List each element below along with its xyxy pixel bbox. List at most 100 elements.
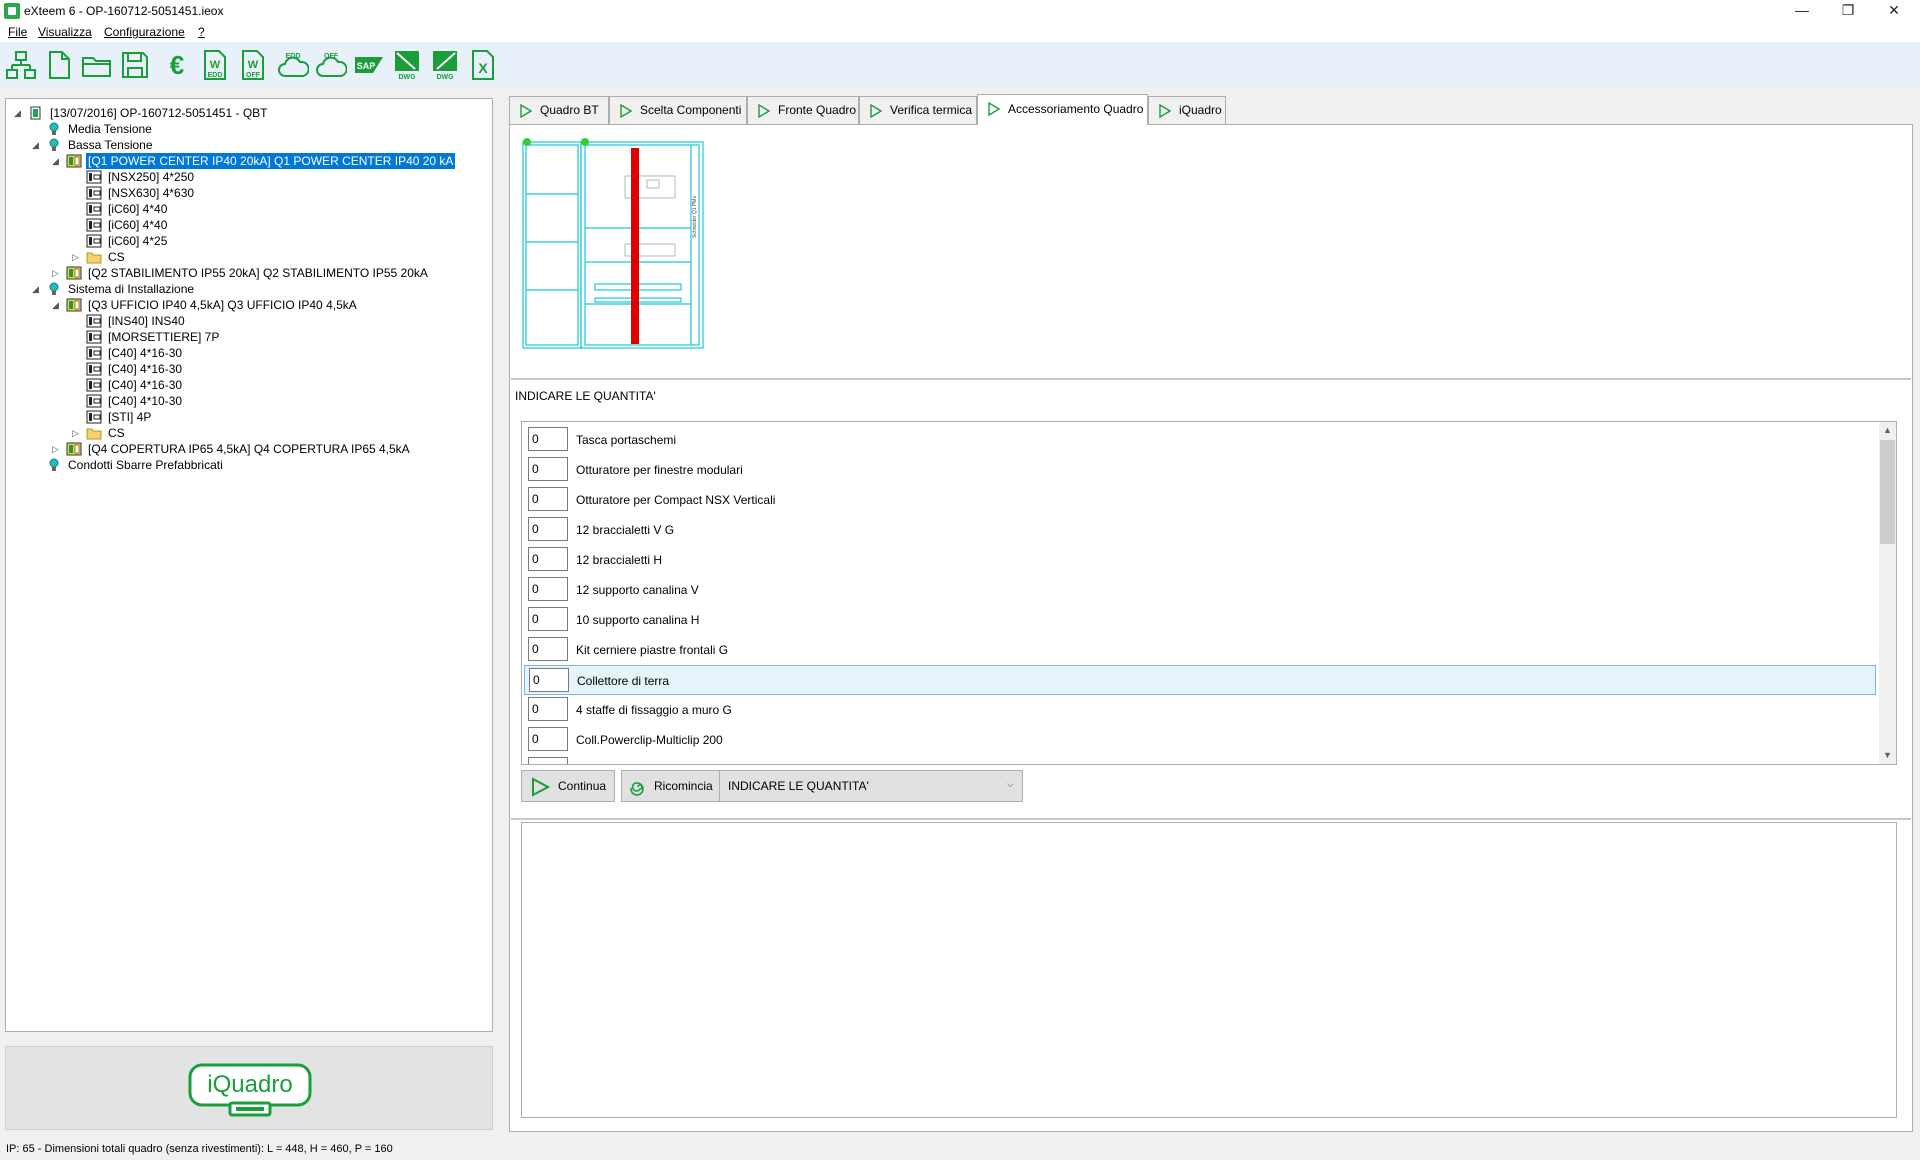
quantity-row[interactable]: Tasca portaschemi xyxy=(524,425,1876,455)
word-off-icon[interactable]: W OFF xyxy=(236,48,270,82)
tree-structure-icon[interactable] xyxy=(4,48,38,82)
tree-item-label[interactable]: [C40] 4*16-30 xyxy=(106,377,184,393)
tree-item-label[interactable]: [C40] 4*16-30 xyxy=(106,361,184,377)
scroll-up-icon[interactable]: ▲ xyxy=(1879,422,1896,439)
collapse-arrow-icon[interactable]: ◢ xyxy=(52,297,64,313)
tree-item-label[interactable]: CS xyxy=(106,249,127,265)
tree-item-label[interactable]: [Q3 UFFICIO IP40 4,5kA] Q3 UFFICIO IP40 … xyxy=(86,297,359,313)
tree-item-label[interactable]: [Q1 POWER CENTER IP40 20kA] Q1 POWER CEN… xyxy=(86,153,456,169)
toolbar: € W EDD W OFF EDD OFF SAP DWG DWG X xyxy=(0,42,1920,88)
quantity-input[interactable] xyxy=(528,637,568,661)
quantity-input[interactable] xyxy=(528,577,568,601)
quantity-input[interactable] xyxy=(528,427,568,451)
new-document-icon[interactable] xyxy=(42,48,76,82)
quantity-row[interactable]: Coll.Powerclip-Multiclip 200 xyxy=(524,725,1876,755)
breaker-icon xyxy=(86,362,102,376)
quantity-row[interactable] xyxy=(524,755,1876,764)
quantity-input[interactable] xyxy=(528,547,568,571)
step-select[interactable]: INDICARE LE QUANTITA' ⌵ xyxy=(719,770,1023,802)
excel-icon[interactable]: X xyxy=(466,48,500,82)
quantity-row[interactable]: Otturatore per finestre modulari xyxy=(524,455,1876,485)
tree-item-label[interactable]: [iC60] 4*40 xyxy=(106,201,169,217)
quantity-row[interactable]: 10 supporto canalina H xyxy=(524,605,1876,635)
tab-iquadro[interactable]: iQuadro xyxy=(1148,96,1226,124)
menu-visualizza[interactable]: Visualizza xyxy=(38,25,92,39)
collapse-arrow-icon[interactable]: ◢ xyxy=(14,105,26,121)
open-folder-icon[interactable] xyxy=(80,48,114,82)
quantity-row[interactable]: 12 braccialetti V G xyxy=(524,515,1876,545)
scroll-down-icon[interactable]: ▼ xyxy=(1879,747,1896,764)
quantity-scrollbar[interactable]: ▲ ▼ xyxy=(1879,422,1896,764)
tree-item-label[interactable]: [iC60] 4*25 xyxy=(106,233,169,249)
quantity-row[interactable]: 12 braccialetti H xyxy=(524,545,1876,575)
tree-item-label[interactable]: Bassa Tensione xyxy=(66,137,155,153)
menu-file[interactable]: File xyxy=(8,25,27,39)
quantity-input[interactable] xyxy=(528,697,568,721)
quantity-input[interactable] xyxy=(528,757,568,764)
collapse-arrow-icon[interactable]: ◢ xyxy=(32,137,44,153)
breaker-icon xyxy=(86,410,102,424)
notes-area[interactable] xyxy=(521,822,1897,1118)
document-icon xyxy=(28,106,44,120)
tab-quadro-bt[interactable]: Quadro BT xyxy=(509,96,609,124)
quantity-input[interactable] xyxy=(528,457,568,481)
quantity-input[interactable] xyxy=(528,517,568,541)
tree-item-label[interactable]: [INS40] INS40 xyxy=(106,313,187,329)
tree-item-label[interactable]: [MORSETTIERE] 7P xyxy=(106,329,221,345)
sap-icon[interactable]: SAP xyxy=(352,48,386,82)
tree-item-label[interactable]: [NSX250] 4*250 xyxy=(106,169,196,185)
tree-item-label[interactable]: CS xyxy=(106,425,127,441)
euro-icon[interactable]: € xyxy=(160,48,194,82)
quantity-input[interactable] xyxy=(529,668,569,692)
tree-item-label[interactable]: [C40] 4*10-30 xyxy=(106,393,184,409)
collapse-arrow-icon[interactable]: ◢ xyxy=(52,153,64,169)
quantity-row[interactable]: Kit cerniere piastre frontali G xyxy=(524,635,1876,665)
maximize-button[interactable]: ❐ xyxy=(1826,0,1870,22)
quantity-input[interactable] xyxy=(528,727,568,751)
tree-item-label[interactable]: [STI] 4P xyxy=(106,409,153,425)
expand-arrow-icon[interactable]: ▷ xyxy=(72,249,84,265)
scroll-thumb[interactable] xyxy=(1880,440,1895,544)
tree-item-label[interactable]: Sistema di Installazione xyxy=(66,281,196,297)
section-divider xyxy=(511,818,1911,820)
tree-item-label[interactable]: Condotti Sbarre Prefabbricati xyxy=(66,457,225,473)
chevron-down-icon[interactable]: ⌵ xyxy=(1007,779,1014,790)
menu-help[interactable]: ? xyxy=(198,25,205,39)
cloud-off-icon[interactable]: OFF xyxy=(314,48,348,82)
tree-item-label[interactable]: [iC60] 4*40 xyxy=(106,217,169,233)
tree-item-label[interactable]: [13/07/2016] OP-160712-5051451 - QBT xyxy=(48,105,269,121)
menu-configurazione[interactable]: Configurazione xyxy=(104,25,185,39)
project-tree[interactable]: ◢ [13/07/2016] OP-160712-5051451 - QBT Med… xyxy=(5,98,493,1032)
quantity-input[interactable] xyxy=(528,487,568,511)
quantity-input[interactable] xyxy=(528,607,568,631)
collapse-arrow-icon[interactable]: ◢ xyxy=(32,281,44,297)
ricomincia-button[interactable]: Ricomincia xyxy=(621,770,721,802)
tree-item-label[interactable]: Media Tensione xyxy=(66,121,154,137)
tab-accessoriamento-quadro[interactable]: Accessoriamento Quadro xyxy=(977,94,1148,125)
tab-fronte-quadro[interactable]: Fronte Quadro xyxy=(747,96,859,124)
quantity-row[interactable]: Collettore di terra xyxy=(524,665,1876,695)
tree-item-label[interactable]: [NSX630] 4*630 xyxy=(106,185,196,201)
dwg-import-icon[interactable]: DWG xyxy=(428,48,462,82)
tree-item-label[interactable]: [C40] 4*16-30 xyxy=(106,345,184,361)
tab-verifica-termica[interactable]: Verifica termica xyxy=(859,96,977,124)
tab-scelta-componenti[interactable]: Scelta Componenti xyxy=(609,96,747,124)
word-edd-icon[interactable]: W EDD xyxy=(198,48,232,82)
quantity-row[interactable]: Otturatore per Compact NSX Verticali xyxy=(524,485,1876,515)
tree-item-label[interactable]: [Q2 STABILIMENTO IP55 20kA] Q2 STABILIME… xyxy=(86,265,430,281)
continua-button[interactable]: Continua xyxy=(521,770,615,802)
quantity-row[interactable]: 12 supporto canalina V xyxy=(524,575,1876,605)
quantity-list[interactable]: Tasca portaschemi Otturatore per finestre… xyxy=(521,421,1897,765)
quantity-row[interactable]: 4 staffe di fissaggio a muro G xyxy=(524,695,1876,725)
expand-arrow-icon[interactable]: ▷ xyxy=(52,441,64,457)
cloud-edd-icon[interactable]: EDD xyxy=(276,48,310,82)
tree-item-label[interactable]: [Q4 COPERTURA IP65 4,5kA] Q4 COPERTURA I… xyxy=(86,441,412,457)
expand-arrow-icon[interactable]: ▷ xyxy=(52,265,64,281)
panel-splitter[interactable] xyxy=(498,98,506,1130)
dwg-export-icon[interactable]: DWG xyxy=(390,48,424,82)
play-outline-icon xyxy=(870,104,882,118)
minimize-button[interactable]: — xyxy=(1780,0,1824,22)
close-button[interactable]: ✕ xyxy=(1872,0,1916,22)
expand-arrow-icon[interactable]: ▷ xyxy=(72,425,84,441)
save-icon[interactable] xyxy=(118,48,152,82)
